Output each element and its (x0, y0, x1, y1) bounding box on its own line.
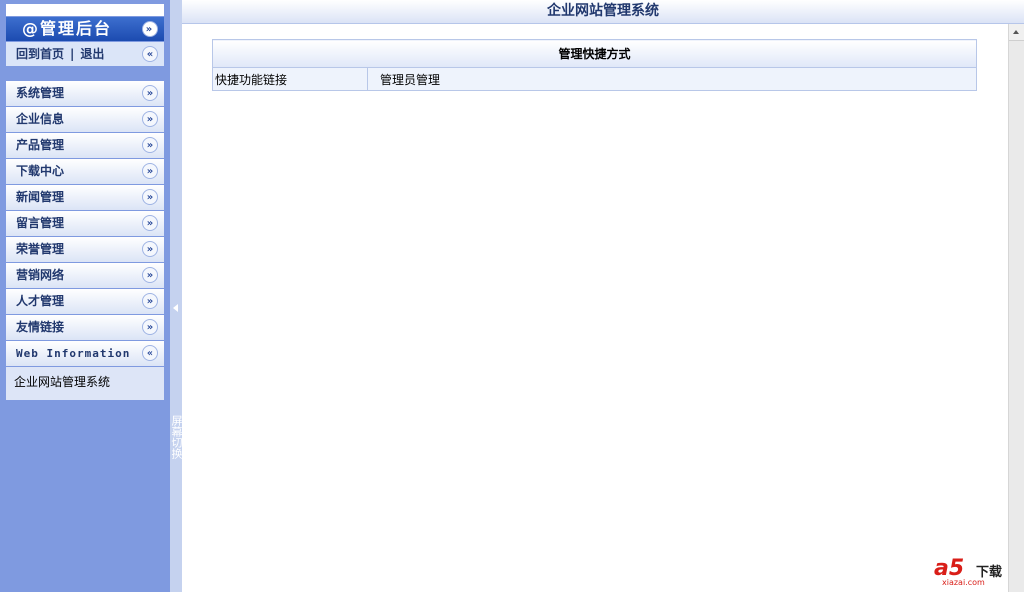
row-links-cell: 管理员管理 (367, 67, 977, 91)
expand-down-icon: » (142, 189, 158, 205)
web-info-text: 企业网站管理系统 (14, 375, 111, 389)
collapse-left-icon: « (142, 345, 158, 361)
sidebar: @管理后台 » 回到首页 | 退出 « 系统管理 » 企业信息 » 产品管理 » 下载中心… (0, 0, 170, 592)
vertical-scrollbar[interactable] (1008, 24, 1024, 592)
sidebar-item-label: 留言管理 (16, 216, 65, 230)
table-row: 快捷功能链接 管理员管理 (212, 67, 977, 91)
expand-down-icon: » (142, 241, 158, 257)
sidebar-item-links[interactable]: 友情链接 » (6, 315, 164, 340)
sidebar-item-label: 下载中心 (16, 164, 65, 178)
collapse-arrow-icon[interactable] (173, 304, 178, 312)
page-title-bar: 企业网站管理系统 (182, 0, 1024, 24)
sidebar-item-honors[interactable]: 荣誉管理 » (6, 237, 164, 262)
scroll-up-icon[interactable] (1009, 24, 1024, 41)
admin-management-link[interactable]: 管理员管理 (380, 73, 440, 87)
expand-down-icon: » (142, 111, 158, 127)
sidebar-brand-header: @管理后台 » (6, 17, 164, 41)
table-header: 管理快捷方式 (212, 39, 977, 68)
sidebar-item-label: 企业信息 (16, 112, 65, 126)
sidebar-item-label: 荣誉管理 (16, 242, 65, 256)
sidebar-item-company-info[interactable]: 企业信息 » (6, 107, 164, 132)
sidebar-item-news[interactable]: 新闻管理 » (6, 185, 164, 210)
sidebar-item-label: 友情链接 (16, 320, 65, 334)
expand-down-icon: » (142, 319, 158, 335)
web-info-panel: 企业网站管理系统 (6, 367, 164, 400)
watermark-logo: a5 下载 xiazai.com (934, 556, 1010, 588)
sidebar-item-label: 新闻管理 (16, 190, 65, 204)
sidebar-top-strip (6, 4, 164, 16)
brand-title: @管理后台 (22, 19, 113, 38)
sidebar-item-label: 产品管理 (16, 138, 65, 152)
web-info-header[interactable]: Web Information « (6, 341, 164, 366)
screen-toggle-splitter[interactable]: 屏幕切换 (170, 0, 183, 592)
row-label: 快捷功能链接 (212, 67, 368, 91)
screen-toggle-label: 屏幕切换 (170, 415, 183, 459)
sidebar-item-system[interactable]: 系统管理 » (6, 81, 164, 106)
expand-down-icon: » (142, 85, 158, 101)
sidebar-item-downloads[interactable]: 下载中心 » (6, 159, 164, 184)
web-info-title: Web Information (16, 347, 131, 360)
expand-down-icon: » (142, 267, 158, 283)
sidebar-item-marketing[interactable]: 营销网络 » (6, 263, 164, 288)
expand-down-icon: » (142, 137, 158, 153)
sidebar-item-label: 营销网络 (16, 268, 65, 282)
user-links-bar: 回到首页 | 退出 « (6, 42, 164, 66)
page-title: 企业网站管理系统 (547, 3, 659, 19)
main-content: 管理快捷方式 快捷功能链接 管理员管理 (182, 24, 1008, 592)
quick-links-table: 管理快捷方式 快捷功能链接 管理员管理 (212, 39, 977, 91)
sidebar-item-label: 人才管理 (16, 294, 65, 308)
watermark-subtext: xiazai.com (942, 578, 985, 587)
expand-down-icon: » (142, 215, 158, 231)
home-link[interactable]: 回到首页 (16, 47, 64, 61)
sidebar-item-talent[interactable]: 人才管理 » (6, 289, 164, 314)
logout-link[interactable]: 退出 (80, 47, 104, 61)
sidebar-item-messages[interactable]: 留言管理 » (6, 211, 164, 236)
collapse-down-icon[interactable]: » (142, 21, 158, 37)
expand-down-icon: » (142, 293, 158, 309)
sidebar-item-products[interactable]: 产品管理 » (6, 133, 164, 158)
collapse-left-icon[interactable]: « (142, 46, 158, 62)
link-separator: | (70, 47, 75, 61)
expand-down-icon: » (142, 163, 158, 179)
sidebar-menu: 系统管理 » 企业信息 » 产品管理 » 下载中心 » 新闻管理 » 留言管理 » 荣誉管理… (6, 81, 164, 341)
sidebar-item-label: 系统管理 (16, 86, 65, 100)
